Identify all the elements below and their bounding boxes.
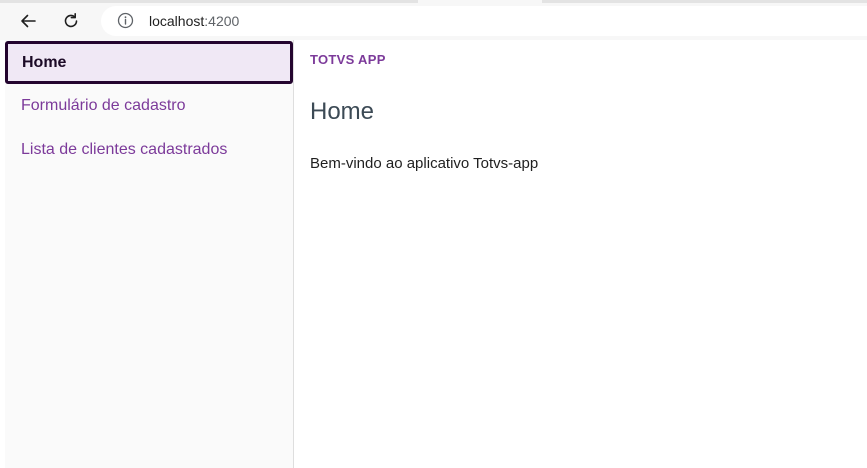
welcome-text: Bem-vindo ao aplicativo Totvs-app — [310, 155, 539, 172]
sidebar-item-label: Formulário de cadastro — [21, 97, 186, 114]
sidebar-item-label: Lista de clientes cadastrados — [21, 141, 228, 158]
url-text[interactable]: localhost:4200 — [149, 12, 239, 30]
sidebar-item-label: Home — [22, 53, 67, 71]
app-title: TOTVS APP — [310, 52, 386, 67]
url-port: :4200 — [204, 13, 240, 29]
reload-icon — [64, 13, 78, 28]
page-title: Home — [310, 98, 375, 125]
url-host: localhost — [149, 13, 205, 29]
sidebar-menu: Home Formulário de cadastro Lista de cli… — [5, 40, 294, 468]
active-tab-indicator — [418, 0, 542, 3]
reload-button[interactable] — [58, 8, 84, 34]
page-viewport: Home Formulário de cadastro Lista de cli… — [0, 40, 867, 468]
sidebar-item-home[interactable]: Home — [5, 41, 293, 84]
sidebar-item-lista-clientes[interactable]: Lista de clientes cadastrados — [6, 129, 293, 171]
tab-strip — [0, 0, 867, 3]
sidebar-item-formulario-cadastro[interactable]: Formulário de cadastro — [6, 85, 293, 127]
back-button[interactable] — [15, 8, 41, 34]
main-content: TOTVS APP Home Bem-vindo ao aplicativo T… — [294, 40, 867, 468]
browser-toolbar: localhost:4200 — [0, 0, 867, 40]
arrow-left-icon — [21, 14, 36, 28]
info-icon[interactable] — [117, 12, 134, 29]
